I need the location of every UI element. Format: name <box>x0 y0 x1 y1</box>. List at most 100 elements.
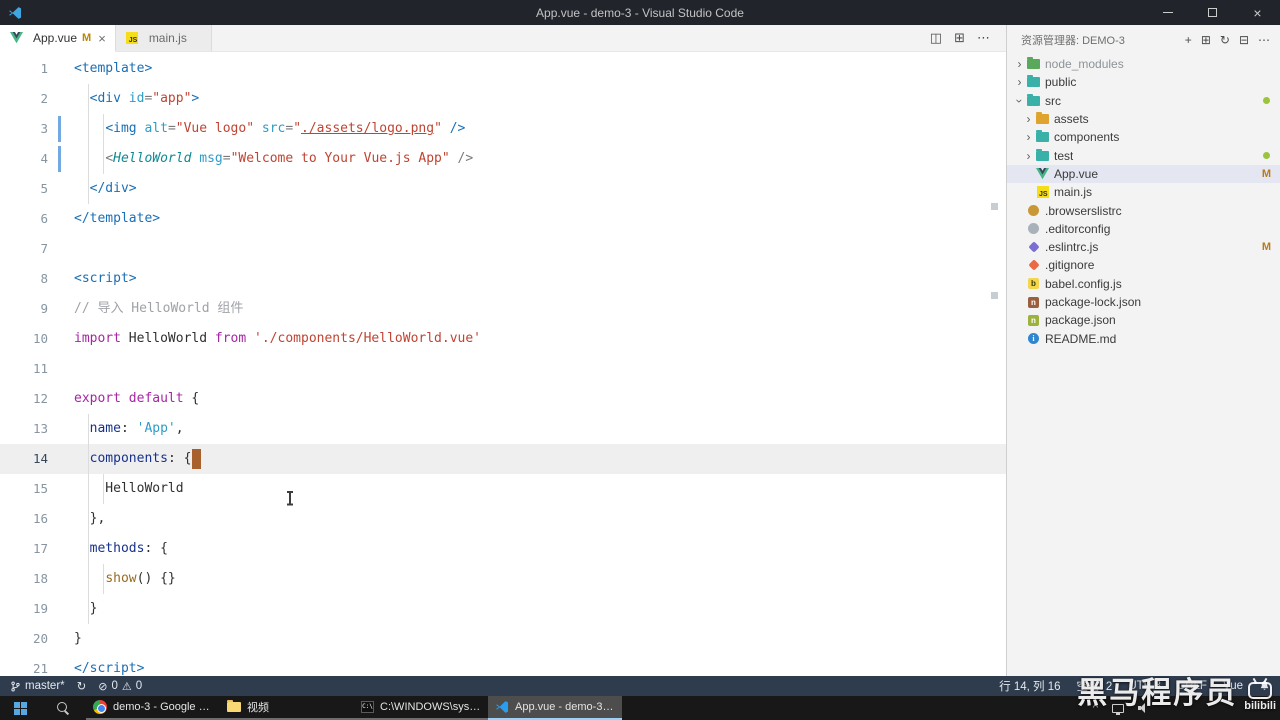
code-token: /> <box>441 121 466 136</box>
tree-item-label: .eslintrc.js <box>1045 240 1099 255</box>
git-change-gutter <box>58 116 61 142</box>
code-token: from <box>214 331 247 346</box>
more-actions-icon[interactable]: ⋯ <box>1258 33 1270 47</box>
close-button[interactable]: × <box>1235 0 1280 25</box>
taskbar-button-vscode[interactable]: App.vue - demo-3 -... <box>488 696 622 720</box>
code-line-3[interactable]: 3 <img alt="Vue logo" src="./assets/logo… <box>0 114 1006 144</box>
code-line-9[interactable]: 9 // 导入 HelloWorld 组件 <box>0 294 1006 324</box>
vscode-icon <box>495 700 509 714</box>
tree-item-label: .gitignore <box>1045 258 1095 273</box>
npm-icon: n <box>1026 314 1041 326</box>
code-line-18[interactable]: 18 show() {} <box>0 564 1006 594</box>
taskbar-button-cmd[interactable]: C:\ C:\WINDOWS\syste... <box>354 696 488 720</box>
code-line-11[interactable]: 11 <box>0 354 1006 384</box>
collapse-folders-icon[interactable]: ⊟ <box>1239 33 1249 47</box>
tree-item-node_modules[interactable]: › node_modules <box>1007 55 1280 73</box>
code-line-2[interactable]: 2 <div id="app"> <box>0 84 1006 114</box>
encoding-setting[interactable]: UTF-8 <box>1128 680 1161 692</box>
tree-item-package.json[interactable]: ›npackage.json <box>1007 311 1280 329</box>
chevron-right-icon[interactable]: › <box>1022 150 1035 162</box>
tree-item-src[interactable]: › src <box>1007 92 1280 110</box>
code-line-1[interactable]: 1 <template> <box>0 54 1006 84</box>
folder-icon <box>1026 57 1041 70</box>
new-folder-icon[interactable]: ⊞ <box>1201 33 1211 47</box>
chevron-right-icon[interactable]: › <box>1013 76 1026 88</box>
tree-item-components[interactable]: › components <box>1007 128 1280 146</box>
code-token: = <box>285 121 294 136</box>
tree-item-babel.config.js[interactable]: ›bbabel.config.js <box>1007 275 1280 293</box>
line-number: 3 <box>40 121 48 136</box>
chevron-right-icon[interactable]: › <box>1013 58 1026 70</box>
tree-item-label: package-lock.json <box>1045 295 1142 309</box>
code-line-4[interactable]: 4 <HelloWorld msg="Welcome to Your Vue.j… <box>0 144 1006 174</box>
code-line-5[interactable]: 5 </div> <box>0 174 1006 204</box>
code-line-6[interactable]: 6 </template> <box>0 204 1006 234</box>
code-line-12[interactable]: 12 export default { <box>0 384 1006 414</box>
tree-item-package-lock.json[interactable]: ›npackage-lock.json <box>1007 293 1280 311</box>
code-line-14[interactable]: 14 components: { <box>0 444 1006 474</box>
code-line-13[interactable]: 13 name: 'App', <box>0 414 1006 444</box>
network-icon[interactable] <box>1112 703 1124 715</box>
tree-item-label: main.js <box>1054 185 1093 200</box>
status-dot <box>1263 97 1270 105</box>
text-cursor <box>192 448 202 469</box>
chevron-down-icon[interactable]: › <box>1013 94 1027 107</box>
tree-item-.browserslistrc[interactable]: ›.browserslistrc <box>1007 201 1280 219</box>
explorer-title: 资源管理器: DEMO-3 <box>1021 35 1125 47</box>
sync-icon[interactable]: ↻ <box>77 679 87 693</box>
code-line-7[interactable]: 7 <box>0 234 1006 264</box>
code-token: </script> <box>74 661 145 676</box>
start-button[interactable] <box>0 696 40 720</box>
code-line-21[interactable]: 21 </script> <box>0 654 1006 676</box>
minimize-button[interactable] <box>1145 0 1190 25</box>
taskbar-button-folder-win[interactable]: 视频 <box>220 696 354 720</box>
folder-icon <box>1035 130 1050 143</box>
split-editor-icon[interactable]: ◫ <box>930 30 942 46</box>
tree-item-main.js[interactable]: ›JSmain.js <box>1007 183 1280 201</box>
code-line-20[interactable]: 20} <box>0 624 1006 654</box>
code-line-10[interactable]: 10 import HelloWorld from './components/H… <box>0 324 1006 354</box>
taskbar-button-chrome[interactable]: demo-3 - Google C... <box>86 696 220 720</box>
line-number: 9 <box>40 301 48 316</box>
indentation-setting[interactable]: 空格: 2 <box>1077 678 1113 694</box>
code-line-17[interactable]: 17 methods: { <box>0 534 1006 564</box>
close-tab-icon[interactable]: × <box>98 31 106 46</box>
chevron-right-icon[interactable]: › <box>1022 131 1035 143</box>
tree-item-assets[interactable]: › assets <box>1007 110 1280 128</box>
line-number: 2 <box>40 91 48 106</box>
new-file-icon[interactable]: + <box>1185 33 1192 47</box>
chevron-right-icon[interactable]: › <box>1022 113 1035 125</box>
npm-lock-icon: n <box>1026 296 1041 308</box>
volume-icon[interactable] <box>1138 703 1150 713</box>
tree-item-.editorconfig[interactable]: ›.editorconfig <box>1007 220 1280 238</box>
code-editor[interactable]: 1 <template> 2 <div id="app"> 3 <img alt="V… <box>0 52 1006 676</box>
code-line-16[interactable]: 16 }, <box>0 504 1006 534</box>
tree-item-test[interactable]: › test <box>1007 146 1280 164</box>
warning-icon: ⚠ <box>121 680 132 693</box>
code-token: 'App' <box>136 421 176 436</box>
tab-main.js[interactable]: JS main.js <box>115 25 212 51</box>
language-mode[interactable]: Vue <box>1223 680 1243 692</box>
taskbar-search-button[interactable] <box>40 696 86 720</box>
more-actions-icon[interactable]: ⋯ <box>977 30 990 46</box>
layout-icon[interactable]: ⊞ <box>954 30 965 46</box>
notifications-bell-icon[interactable] <box>1259 680 1270 692</box>
eol-setting[interactable]: CRLF <box>1177 680 1207 692</box>
code-line-19[interactable]: 19 } <box>0 594 1006 624</box>
code-token: < <box>105 151 114 166</box>
code-line-15[interactable]: 15 HelloWorld <box>0 474 1006 504</box>
tree-item-README.md[interactable]: ›iREADME.md <box>1007 329 1280 347</box>
maximize-button[interactable] <box>1190 0 1235 25</box>
tab-App.vue[interactable]: App.vue M × <box>0 25 116 52</box>
code-line-8[interactable]: 8 <script> <box>0 264 1006 294</box>
git-branch-indicator[interactable]: master* <box>10 680 65 693</box>
refresh-icon[interactable]: ↻ <box>1220 33 1230 47</box>
cursor-position[interactable]: 行 14, 列 16 <box>999 678 1060 694</box>
problems-indicator[interactable]: ⊘ 0 ⚠ 0 <box>98 680 142 693</box>
tree-item-public[interactable]: › public <box>1007 73 1280 91</box>
tree-item-App.vue[interactable]: ›App.vueM <box>1007 164 1280 184</box>
tree-item-.eslintrc.js[interactable]: ›.eslintrc.jsM <box>1007 238 1280 256</box>
tray-expand-icon[interactable] <box>1093 702 1098 714</box>
tree-item-.gitignore[interactable]: ›.gitignore <box>1007 256 1280 274</box>
